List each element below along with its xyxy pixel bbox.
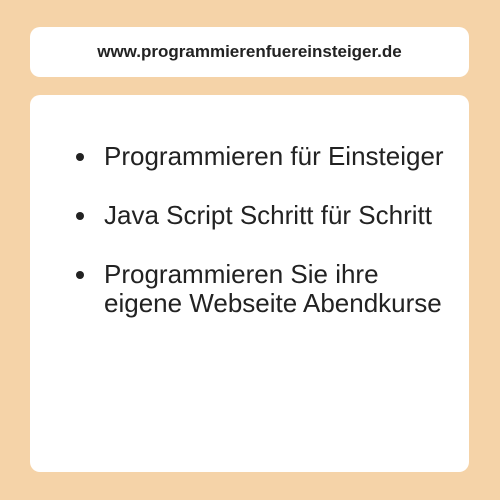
list-item-label: Java Script Schritt für Schritt <box>104 200 432 230</box>
bullet-dot-icon <box>76 271 84 279</box>
list-item: Programmieren Sie ihre eigene Webseite A… <box>74 260 454 318</box>
list-item-label: Programmieren für Einsteiger <box>104 141 444 171</box>
url-banner: www.programmierenfuereinsteiger.de <box>30 27 469 77</box>
bullet-dot-icon <box>76 212 84 220</box>
website-url: www.programmierenfuereinsteiger.de <box>97 42 402 61</box>
list-item: Java Script Schritt für Schritt <box>74 201 454 230</box>
bullet-dot-icon <box>76 153 84 161</box>
list-item-label: Programmieren Sie ihre eigene Webseite A… <box>104 259 442 318</box>
course-list: Programmieren für Einsteiger Java Script… <box>74 142 454 318</box>
list-item: Programmieren für Einsteiger <box>74 142 454 171</box>
content-card: Programmieren für Einsteiger Java Script… <box>30 95 469 472</box>
